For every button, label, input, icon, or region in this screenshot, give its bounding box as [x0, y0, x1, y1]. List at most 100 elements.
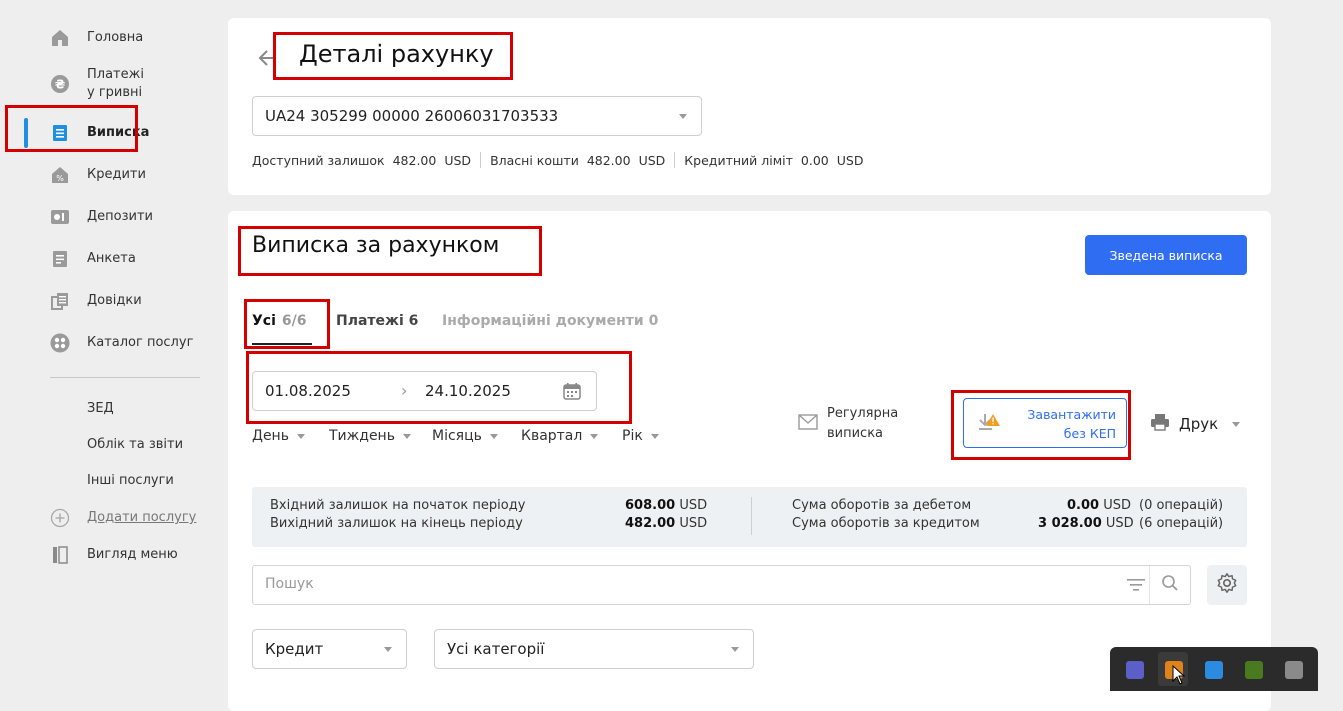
divider — [674, 152, 676, 168]
active-indicator — [24, 118, 28, 148]
filter-icon[interactable] — [1126, 577, 1146, 597]
tab-label: Платежі — [336, 313, 404, 329]
sidebar-divider — [50, 377, 200, 378]
date-from[interactable]: 01.08.2025 — [265, 382, 351, 400]
closing-label: Вихідний залишок на кінець періоду — [270, 516, 523, 531]
sidebar-item-label: Кредити — [87, 167, 146, 182]
credit-house-icon: % — [50, 165, 70, 185]
own-funds-value: 482.00 — [586, 152, 631, 168]
chevron-down-icon — [1232, 421, 1241, 427]
sidebar-item-accounting[interactable]: Облік та звіти — [87, 437, 183, 452]
opening-value: 608.00 — [625, 498, 676, 513]
regular-statement-button[interactable]: Регулярна виписка — [798, 404, 898, 444]
date-to[interactable]: 24.10.2025 — [425, 382, 511, 400]
period-label: Квартал — [521, 428, 583, 444]
chevron-down-icon — [650, 433, 659, 439]
period-month[interactable]: Місяць — [432, 428, 498, 444]
debit-label: Сума оборотів за дебетом — [792, 498, 972, 513]
keyboard-tray-icon[interactable] — [1285, 661, 1303, 679]
download-line1: Завантажити — [1027, 407, 1116, 422]
download-line2: без КЕП — [1063, 426, 1116, 441]
sidebar-item-form[interactable]: Анкета — [50, 249, 136, 269]
date-range-picker[interactable]: 01.08.2025 › 24.10.2025 — [252, 371, 597, 411]
download-without-kep-button[interactable]: Завантажити без КЕП — [963, 398, 1127, 448]
sidebar-item-catalog[interactable]: Каталог послуг — [50, 333, 193, 353]
credit-ops: (6 операцій) — [1139, 516, 1224, 531]
tab-count: 6 — [408, 313, 419, 329]
currency: USD — [679, 516, 708, 531]
system-tray — [1110, 647, 1318, 691]
regular-line1: Регулярна — [827, 406, 899, 421]
sidebar-item-label: Депозити — [87, 209, 153, 224]
chevron-down-icon — [679, 114, 687, 119]
chevron-right-icon: › — [401, 381, 408, 400]
period-label: Рік — [622, 428, 643, 444]
calendar-icon[interactable] — [562, 381, 582, 405]
sidebar-item-label: Платежі у гривні — [87, 67, 144, 100]
add-service-link[interactable]: Додати послугу — [50, 508, 196, 528]
chevron-down-icon — [296, 433, 305, 439]
direction-value: Кредит — [265, 640, 324, 658]
tab-payments[interactable]: Платежі 6 — [336, 313, 418, 329]
search-button[interactable] — [1149, 566, 1190, 604]
tab-count: 0 — [648, 313, 659, 329]
sidebar-item-credits[interactable]: % Кредити — [50, 165, 146, 185]
sidebar-item-zed[interactable]: ЗЕД — [87, 401, 114, 416]
period-day[interactable]: День — [252, 428, 305, 444]
back-arrow-icon[interactable] — [256, 46, 280, 70]
download-warning-icon — [976, 411, 1002, 439]
sidebar-item-deposits[interactable]: Депозити — [50, 207, 153, 227]
print-button[interactable]: Друк — [1150, 412, 1241, 436]
search-field[interactable]: Пошук — [252, 565, 1191, 605]
credit-limit-value: 0.00 — [800, 152, 829, 168]
teams-icon[interactable] — [1126, 661, 1144, 679]
defender-warning-icon[interactable] — [1205, 661, 1223, 679]
account-select[interactable]: UA24 305299 00000 26006031703533 — [252, 96, 702, 136]
home-icon — [50, 28, 70, 48]
currency: USD — [444, 152, 472, 168]
summary-statement-button[interactable]: Зведена виписка — [1085, 235, 1247, 275]
period-year[interactable]: Рік — [622, 428, 659, 444]
sidebar-item-statement[interactable]: Виписка — [50, 123, 149, 143]
currency: USD — [1105, 516, 1134, 531]
menu-layout-icon — [50, 545, 70, 565]
tab-underline — [252, 343, 312, 345]
credit-value-row: 3 028.00 USD — [1038, 516, 1134, 531]
nvidia-icon[interactable] — [1245, 661, 1263, 679]
debit-ops: (0 операцій) — [1139, 498, 1224, 513]
page-title: Деталі рахунку — [299, 40, 494, 68]
tab-info-documents[interactable]: Інформаційні документи 0 — [442, 313, 658, 329]
opening-value-row: 608.00 USD — [625, 498, 707, 513]
period-week[interactable]: Тиждень — [329, 428, 411, 444]
sidebar-item-other-services[interactable]: Інші послуги — [87, 473, 174, 488]
sidebar-item-home[interactable]: Головна — [50, 28, 143, 48]
catalog-icon — [50, 333, 70, 353]
period-quarter[interactable]: Квартал — [521, 428, 599, 444]
period-label: Тиждень — [329, 428, 395, 444]
direction-select[interactable]: Кредит — [252, 629, 407, 669]
tab-label: Інформаційні документи — [442, 313, 644, 329]
sidebar-item-label: Головна — [87, 30, 144, 45]
tab-count: 6/6 — [281, 313, 307, 329]
divider — [751, 497, 752, 535]
sidebar-item-payments-uah[interactable]: ₴ Платежі у гривні — [50, 66, 144, 102]
available-value: 482.00 — [392, 152, 437, 168]
tab-label: Усі — [252, 313, 276, 329]
tab-all[interactable]: Усі 6/6 — [252, 313, 307, 329]
category-value: Усі категорії — [447, 640, 545, 658]
sidebar-item-certificates[interactable]: Довідки — [50, 291, 142, 311]
svg-text:%: % — [56, 174, 64, 183]
regular-line2: виписка — [827, 426, 884, 441]
statement-icon — [50, 123, 70, 143]
credit-value: 3 028.00 — [1038, 516, 1102, 531]
category-select[interactable]: Усі категорії — [434, 629, 754, 669]
settings-button[interactable] — [1207, 565, 1247, 605]
divider — [480, 152, 482, 168]
period-label: День — [252, 428, 289, 444]
view-menu-toggle[interactable]: Вигляд меню — [50, 545, 178, 565]
credit-label: Сума оборотів за кредитом — [792, 516, 980, 531]
deposit-icon — [50, 207, 70, 227]
debit-value: 0.00 — [1067, 498, 1100, 513]
period-label: Місяць — [432, 428, 482, 444]
currency: USD — [638, 152, 666, 168]
